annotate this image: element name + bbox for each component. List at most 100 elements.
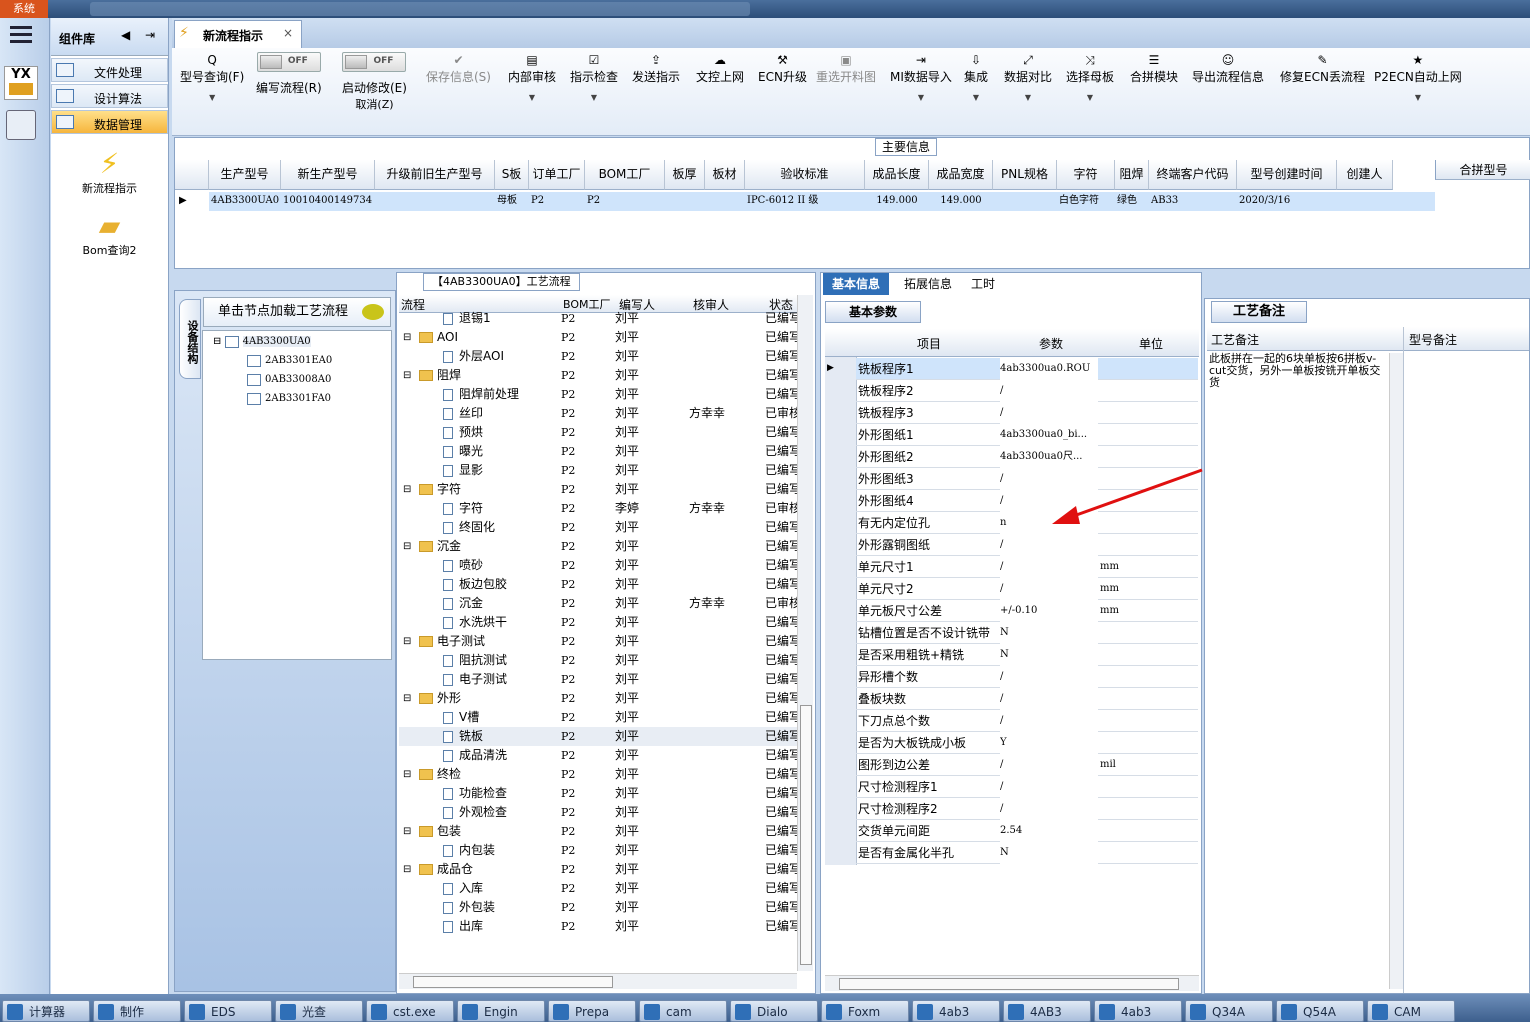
param-row[interactable]: 单元板尺寸公差 +/-0.10 mm	[856, 600, 1198, 622]
process-row[interactable]: ⊟ 成品仓 P2 刘平 已编写	[399, 860, 799, 879]
param-row[interactable]: 外形露铜图纸 /	[856, 534, 1198, 556]
save-info-button[interactable]: ✔ 保存信息(S)	[426, 52, 491, 85]
process-row[interactable]: 电子测试 P2 刘平 已编写	[399, 670, 799, 689]
main-col-header[interactable]: 板厚	[665, 160, 705, 190]
scroll-thumb[interactable]	[800, 705, 812, 965]
vertical-tab-equipment[interactable]: 设备结构	[179, 299, 201, 379]
taskbar-button[interactable]: Foxm	[821, 1000, 909, 1022]
instruction-check-button[interactable]: ☑ 指示检查 ▼	[570, 52, 618, 102]
tree-node[interactable]: 2AB3301EA0	[247, 352, 332, 370]
system-menu[interactable]: 系统	[0, 0, 48, 18]
param-row[interactable]: 铣板程序2 /	[856, 380, 1198, 402]
process-row[interactable]: 水洗烘干 P2 刘平 已编写	[399, 613, 799, 632]
collapse-icon[interactable]: ⊟	[403, 328, 411, 347]
param-value[interactable]: /	[1000, 688, 1098, 710]
tree-node[interactable]: 2AB3301FA0	[247, 390, 331, 408]
process-row[interactable]: ⊟ 包装 P2 刘平 已编写	[399, 822, 799, 841]
main-row-cell[interactable]: 10010400149734	[283, 192, 373, 210]
merge-module-button[interactable]: ☰ 合拼模块	[1130, 52, 1178, 85]
taskbar-button[interactable]: CAM	[1367, 1000, 1455, 1022]
param-value[interactable]: /	[1000, 776, 1098, 798]
collapse-icon[interactable]: ⊟	[403, 537, 411, 556]
side-col-header[interactable]: 合拼型号	[1435, 160, 1530, 180]
close-icon[interactable]: ×	[283, 26, 293, 40]
process-row[interactable]: 字符 P2 李婷 方幸幸 已审核	[399, 499, 799, 518]
main-col-header[interactable]: 成品宽度	[929, 160, 993, 190]
main-row-cell[interactable]: 母板	[497, 192, 527, 210]
process-notes-text[interactable]: 此板拼在一起的6块单板按6拼板v-cut交货，另外一单板按铣开单板交货	[1209, 353, 1389, 389]
send-instruction-button[interactable]: ⇪ 发送指示	[632, 52, 680, 85]
main-col-header[interactable]: PNL规格	[993, 160, 1057, 190]
taskbar-button[interactable]: 4AB3	[1003, 1000, 1091, 1022]
integrate-button[interactable]: ⇩ 集成 ▼	[964, 52, 988, 102]
param-row[interactable]: 单元尺寸1 /mm	[856, 556, 1198, 578]
data-compare-button[interactable]: ⤢ 数据对比 ▼	[1004, 52, 1052, 102]
toggle-switch[interactable]: OFF	[342, 52, 407, 72]
main-row-cell[interactable]: 149.000	[867, 192, 927, 210]
param-row[interactable]: 单元尺寸2 /mm	[856, 578, 1198, 600]
select-mother-board-button[interactable]: ⤨ 选择母板 ▼	[1066, 52, 1114, 102]
main-row-cell[interactable]: AB33	[1151, 192, 1235, 210]
main-row-cell[interactable]: 4AB3300UA0	[211, 192, 279, 210]
param-value[interactable]: /	[1000, 578, 1098, 600]
collapse-icon[interactable]: ⊟	[403, 689, 411, 708]
toggle-switch[interactable]: OFF	[256, 52, 321, 72]
lib-item-data[interactable]: 数据管理	[51, 110, 168, 134]
main-row-cell[interactable]: P2	[531, 192, 583, 210]
taskbar-button[interactable]: Prepa	[548, 1000, 636, 1022]
taskbar-button[interactable]: 光查	[275, 1000, 363, 1022]
collapse-icon[interactable]: ⊟	[403, 860, 411, 879]
process-row[interactable]: 阻抗测试 P2 刘平 已编写	[399, 651, 799, 670]
collapse-icon[interactable]: ⊟	[403, 480, 411, 499]
cancel-label[interactable]: 取消(Z)	[355, 98, 393, 111]
ecn-upgrade-button[interactable]: ⚒ ECN升级	[758, 52, 807, 85]
write-flow-toggle[interactable]: OFF 编写流程(R)	[256, 52, 322, 96]
process-row[interactable]: 阻焊前处理 P2 刘平 已编写	[399, 385, 799, 404]
main-col-header[interactable]: 新生产型号	[281, 160, 375, 190]
col-unit[interactable]: 单位	[1139, 335, 1163, 352]
process-row[interactable]: 显影 P2 刘平 已编写	[399, 461, 799, 480]
param-row[interactable]: 铣板程序3 /	[856, 402, 1198, 424]
process-row[interactable]: ⊟ 电子测试 P2 刘平 已编写	[399, 632, 799, 651]
tab-basic-info[interactable]: 基本信息	[823, 273, 889, 295]
taskbar-button[interactable]: 4ab3	[912, 1000, 1000, 1022]
param-row[interactable]: 外形图纸1 4ab3300ua0_bi...	[856, 424, 1198, 446]
tab-working-hours[interactable]: 工时	[961, 273, 1005, 295]
param-value[interactable]: +/-0.10	[1000, 600, 1098, 622]
process-row[interactable]: 预烘 P2 刘平 已编写	[399, 423, 799, 442]
internal-review-button[interactable]: ▤ 内部审核 ▼	[508, 52, 556, 102]
process-row[interactable]: ⊟ 外形 P2 刘平 已编写	[399, 689, 799, 708]
horizontal-scrollbar[interactable]	[399, 973, 797, 989]
main-col-header[interactable]: 字符	[1057, 160, 1115, 190]
param-value[interactable]: Y	[1000, 732, 1098, 754]
lib-item-file[interactable]: 文件处理	[51, 58, 168, 82]
process-row[interactable]: 终固化 P2 刘平 已编写	[399, 518, 799, 537]
main-row-cell[interactable]: 白色字符	[1059, 192, 1113, 210]
param-row[interactable]: 铣板程序1 4ab3300ua0.ROU	[856, 358, 1198, 380]
param-row[interactable]: 是否采用粗铣+精铣 N	[856, 644, 1198, 666]
p2ecn-auto-online-button[interactable]: ★ P2ECN自动上网 ▼	[1374, 52, 1462, 102]
collapse-icon[interactable]: ⊟	[403, 632, 411, 651]
hamburger-icon[interactable]	[10, 26, 32, 44]
horizontal-scrollbar[interactable]	[825, 975, 1199, 991]
process-row[interactable]: 外层AOI P2 刘平 已编写	[399, 347, 799, 366]
reselect-cutting-button[interactable]: ▣ 重选开料图	[816, 52, 876, 85]
process-row[interactable]: 曝光 P2 刘平 已编写	[399, 442, 799, 461]
main-row-cell[interactable]: 149.000	[931, 192, 991, 210]
load-flow-hint[interactable]: 单击节点加载工艺流程	[203, 297, 391, 327]
tree-root[interactable]: ⊟ 4AB3300UA0	[213, 333, 311, 351]
main-col-header[interactable]: 板材	[705, 160, 745, 190]
main-col-header[interactable]: 终端客户代码	[1149, 160, 1237, 190]
taskbar-button[interactable]: cam	[639, 1000, 727, 1022]
process-row[interactable]: 退锡1 P2 刘平 已编写	[399, 309, 799, 328]
collapse-icon[interactable]: ⊟	[403, 765, 411, 784]
param-value[interactable]: /	[1000, 380, 1098, 402]
collapse-icon[interactable]: ⊟	[213, 336, 221, 347]
main-col-header[interactable]: 升级前旧生产型号	[375, 160, 495, 190]
process-row[interactable]: ⊟ 阻焊 P2 刘平 已编写	[399, 366, 799, 385]
param-value[interactable]: N	[1000, 622, 1098, 644]
process-row[interactable]: 功能检查 P2 刘平 已编写	[399, 784, 799, 803]
col-param[interactable]: 参数	[1039, 335, 1063, 352]
tree-node[interactable]: 0AB33008A0	[247, 371, 331, 389]
param-value[interactable]: /	[1000, 798, 1098, 820]
